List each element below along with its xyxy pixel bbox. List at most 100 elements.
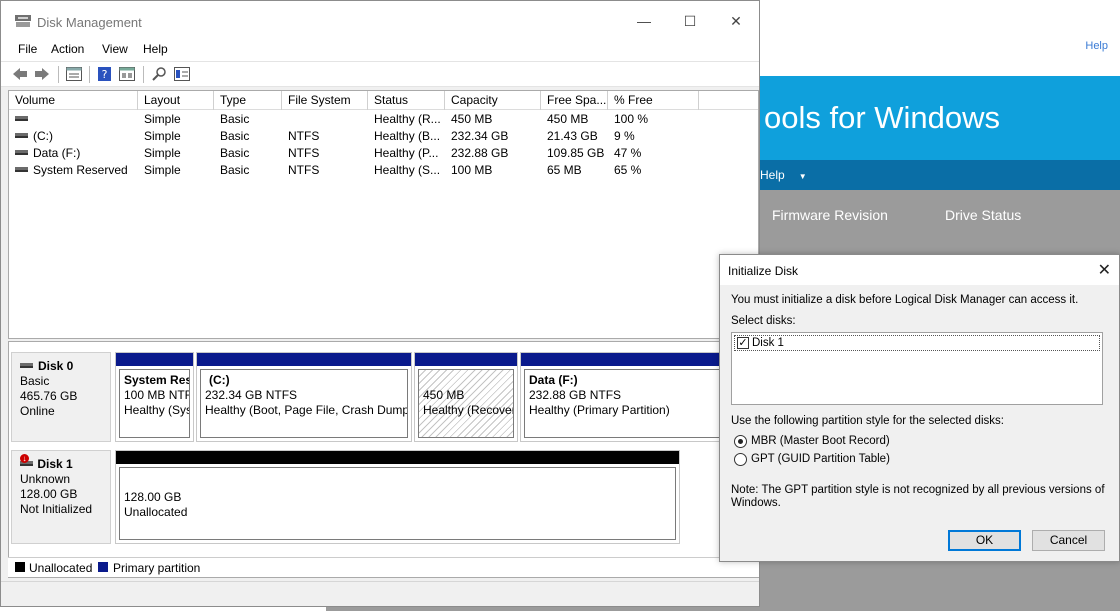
partition-status: Healthy (Sys bbox=[124, 403, 190, 417]
unallocated-swatch bbox=[15, 562, 25, 572]
svg-text:?: ? bbox=[102, 68, 108, 81]
partition-details: 450 MB Healthy (Recover bbox=[418, 369, 514, 438]
layout-cell: Simple bbox=[144, 112, 181, 126]
list-view-icon[interactable] bbox=[66, 67, 82, 81]
disk-management-app-icon bbox=[15, 15, 31, 27]
volume-cell: System Reserved bbox=[9, 162, 138, 179]
dialog-close-button[interactable]: ✕ bbox=[1098, 260, 1111, 280]
partition-size: 100 MB NTF bbox=[124, 388, 190, 402]
radio-selected-dot bbox=[738, 439, 743, 444]
file-system-cell: NTFS bbox=[288, 146, 320, 160]
table-row[interactable]: (C:) Simple Basic NTFS Healthy (B... 232… bbox=[9, 128, 758, 145]
free-space-cell: 450 MB bbox=[547, 112, 589, 126]
volume-list[interactable]: Volume Layout Type File System Status Ca… bbox=[8, 90, 759, 339]
legend-primary-partition: Primary partition bbox=[113, 561, 201, 575]
file-system-cell: NTFS bbox=[288, 129, 320, 143]
partition-recovery[interactable]: 450 MB Healthy (Recover bbox=[414, 352, 518, 442]
dialog-title-bar: Initialize Disk ✕ bbox=[720, 255, 1119, 285]
file-system-cell bbox=[282, 111, 368, 128]
disk-1-checkbox[interactable]: ✓ bbox=[737, 337, 749, 349]
primary-partition-swatch bbox=[98, 562, 108, 572]
console-tree-icon[interactable] bbox=[174, 67, 190, 81]
partition-details: 128.00 GB Unallocated bbox=[119, 467, 676, 540]
column-header-free-space[interactable]: Free Spa... bbox=[541, 91, 608, 110]
status-cell: Healthy (P... bbox=[374, 146, 439, 160]
toolbar-separator bbox=[89, 66, 90, 83]
partition-c[interactable]: (C:) 232.34 GB NTFS Healthy (Boot, Page … bbox=[196, 352, 412, 442]
ok-button[interactable]: OK bbox=[948, 530, 1021, 551]
free-space-cell: 109.85 GB bbox=[547, 146, 605, 160]
table-row[interactable]: Data (F:) Simple Basic NTFS Healthy (P..… bbox=[9, 145, 758, 162]
unallocated-bar bbox=[116, 451, 679, 464]
partition-name: System Res bbox=[124, 373, 190, 387]
status-bar bbox=[1, 581, 759, 606]
column-header-type[interactable]: Type bbox=[214, 91, 282, 110]
disk-name: Disk 0 bbox=[38, 359, 74, 373]
column-header-percent-free[interactable]: % Free bbox=[608, 91, 699, 110]
background-menu-help[interactable]: Help bbox=[760, 168, 785, 182]
list-item-disk-1[interactable]: ✓ Disk 1 bbox=[734, 335, 1100, 351]
dialog-intro-text: You must initialize a disk before Logica… bbox=[731, 294, 1079, 306]
column-header-volume[interactable]: Volume bbox=[9, 91, 138, 110]
background-help-link[interactable]: Help bbox=[1085, 40, 1108, 52]
primary-partition-bar bbox=[415, 353, 517, 366]
table-row[interactable]: Simple Basic Healthy (R... 450 MB 450 MB… bbox=[9, 111, 758, 128]
partition-system-reserved[interactable]: System Res 100 MB NTF Healthy (Sys bbox=[115, 352, 194, 442]
percent-free-cell: 100 % bbox=[614, 112, 649, 126]
cancel-button[interactable]: Cancel bbox=[1032, 530, 1105, 551]
help-icon[interactable]: ? bbox=[97, 67, 113, 81]
menu-file[interactable]: File bbox=[18, 42, 37, 56]
properties-icon[interactable] bbox=[119, 67, 135, 81]
rescan-icon[interactable] bbox=[151, 67, 167, 81]
column-header-capacity[interactable]: Capacity bbox=[445, 91, 541, 110]
column-header-file-system[interactable]: File System bbox=[282, 91, 368, 110]
disk-row-0: Disk 0 Basic 465.76 GB Online System Res… bbox=[9, 350, 758, 442]
disk-1-label[interactable]: ↓ Disk 1 Unknown 128.00 GB Not Initializ… bbox=[11, 450, 111, 544]
status-cell: Healthy (R... bbox=[374, 112, 441, 126]
free-space-cell: 21.43 GB bbox=[547, 129, 598, 143]
gpt-radio[interactable] bbox=[734, 453, 747, 466]
disk-0-label[interactable]: Disk 0 Basic 465.76 GB Online bbox=[11, 352, 111, 442]
layout-cell: Simple bbox=[144, 163, 181, 177]
percent-free-cell: 65 % bbox=[614, 163, 642, 177]
type-cell: Basic bbox=[220, 112, 250, 126]
maximize-button[interactable]: ☐ bbox=[675, 9, 705, 33]
column-header-drive-status: Drive Status bbox=[945, 207, 1022, 223]
capacity-cell: 232.34 GB bbox=[451, 129, 509, 143]
menu-view[interactable]: View bbox=[102, 42, 128, 56]
unallocated-space[interactable]: 128.00 GB Unallocated bbox=[115, 450, 680, 544]
volume-list-header: Volume Layout Type File System Status Ca… bbox=[9, 91, 758, 110]
mbr-radio[interactable] bbox=[734, 435, 747, 448]
disk-size: 465.76 GB bbox=[20, 389, 78, 403]
table-row[interactable]: System Reserved Simple Basic NTFS Health… bbox=[9, 162, 758, 179]
partition-size: 450 MB bbox=[423, 388, 465, 402]
percent-free-cell: 9 % bbox=[614, 129, 635, 143]
partition-details: (C:) 232.34 GB NTFS Healthy (Boot, Page … bbox=[200, 369, 408, 438]
back-arrow-icon[interactable] bbox=[12, 67, 28, 81]
drive-icon bbox=[15, 116, 28, 122]
chevron-down-icon[interactable]: ▼ bbox=[799, 172, 807, 181]
gpt-option-label[interactable]: GPT (GUID Partition Table) bbox=[751, 453, 890, 465]
menu-bar: File Action View Help bbox=[1, 37, 759, 61]
partition-details: System Res 100 MB NTF Healthy (Sys bbox=[119, 369, 190, 438]
toolbar-separator bbox=[143, 66, 144, 83]
column-header-layout[interactable]: Layout bbox=[138, 91, 214, 110]
free-space-cell: 65 MB bbox=[547, 163, 582, 177]
primary-partition-bar bbox=[116, 353, 193, 366]
unallocated-size: 128.00 GB bbox=[124, 490, 182, 504]
menu-action[interactable]: Action bbox=[51, 42, 84, 56]
select-disks-label: Select disks: bbox=[731, 315, 796, 327]
disk-name: Disk 1 bbox=[37, 457, 73, 471]
minimize-button[interactable]: — bbox=[629, 9, 659, 33]
disk-select-list[interactable]: ✓ Disk 1 bbox=[731, 332, 1103, 405]
menu-help[interactable]: Help bbox=[143, 42, 168, 56]
volume-cell: (C:) bbox=[9, 128, 138, 145]
mbr-option-label[interactable]: MBR (Master Boot Record) bbox=[751, 435, 890, 447]
type-cell: Basic bbox=[220, 129, 250, 143]
disk-type: Unknown bbox=[20, 472, 71, 486]
column-header-status[interactable]: Status bbox=[368, 91, 445, 110]
close-button[interactable]: ✕ bbox=[721, 9, 751, 33]
partition-size: 232.34 GB NTFS bbox=[205, 388, 298, 402]
layout-cell: Simple bbox=[144, 129, 181, 143]
forward-arrow-icon[interactable] bbox=[34, 67, 50, 81]
